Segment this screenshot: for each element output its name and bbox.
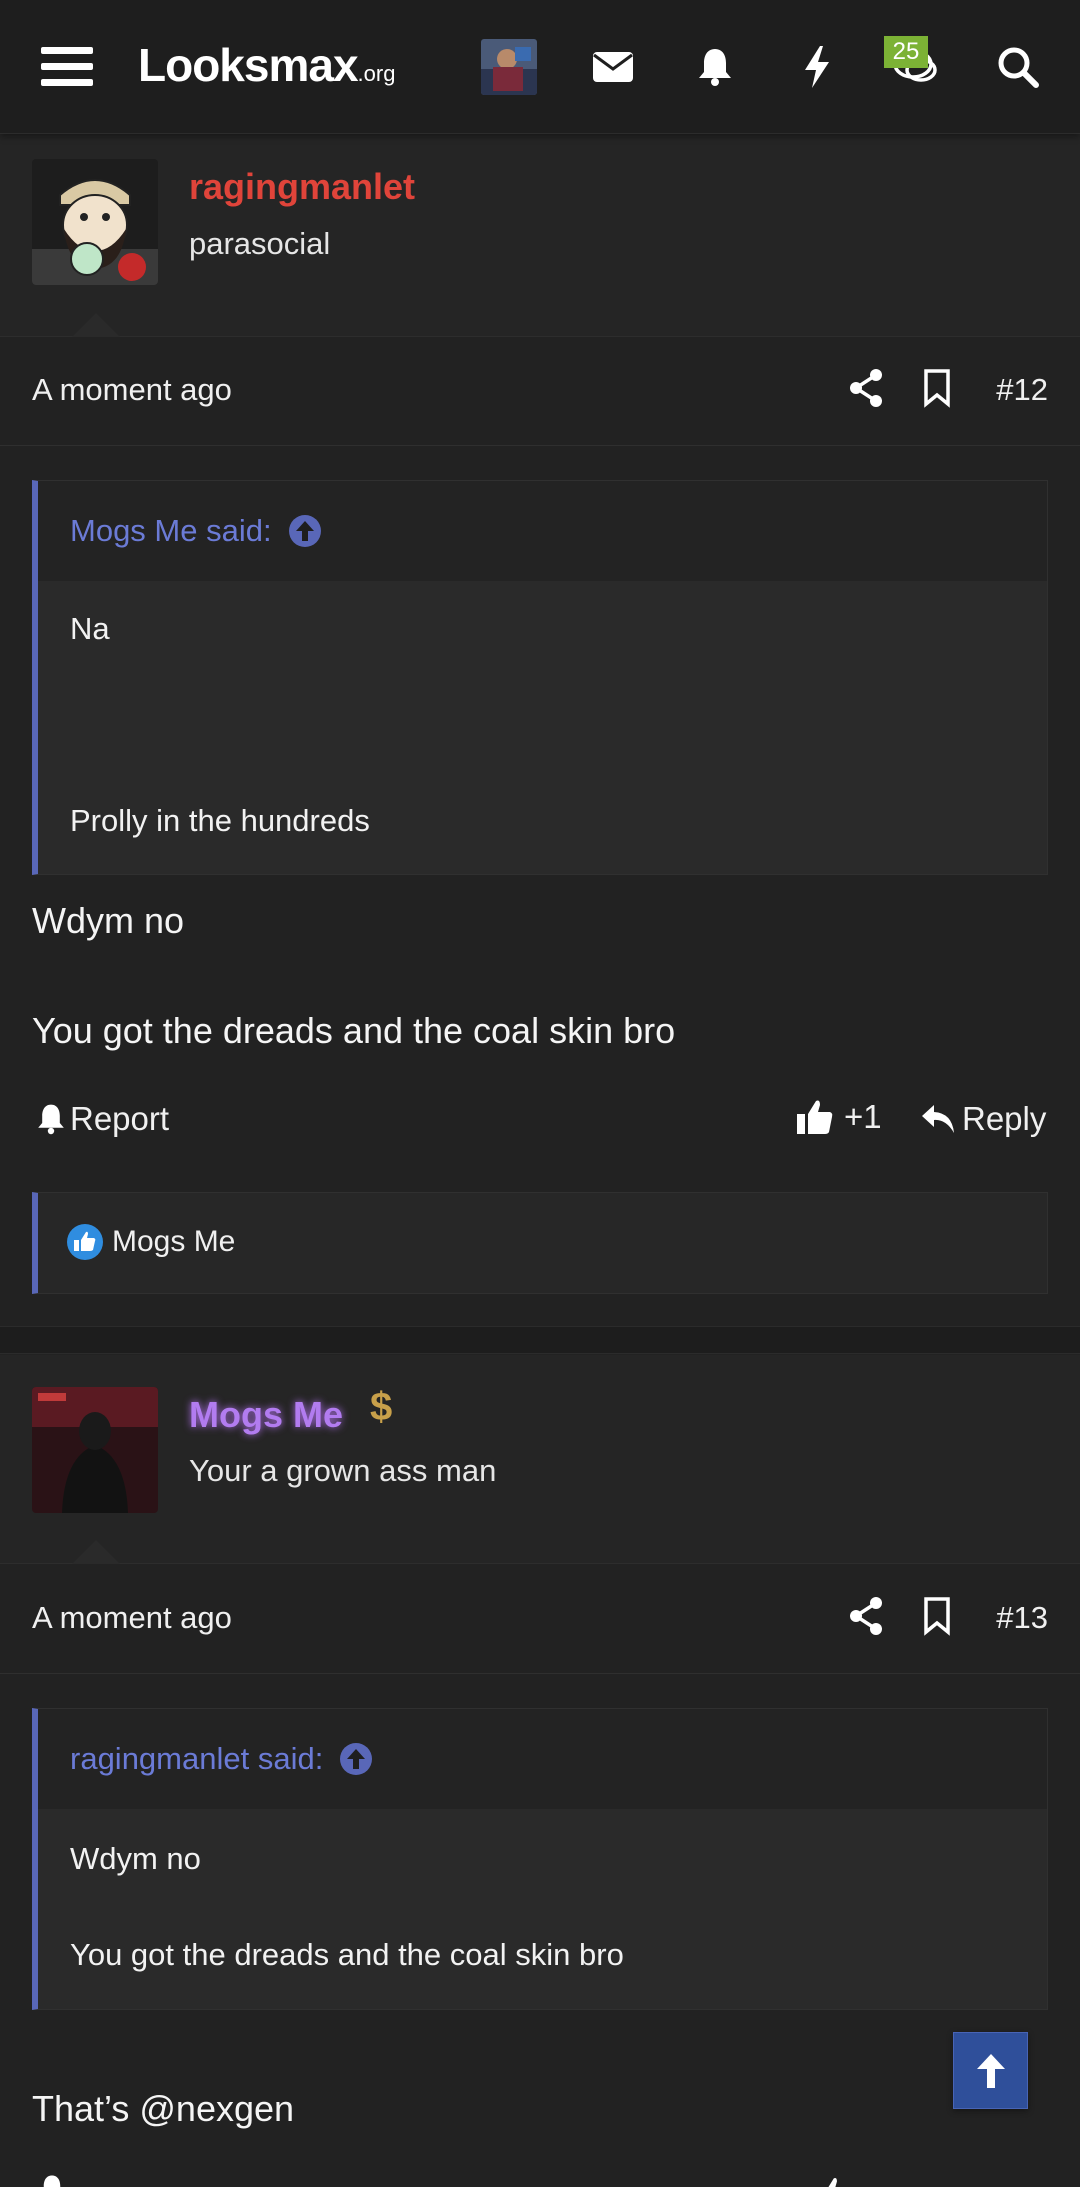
quote-body: Na Prolly in the hundreds xyxy=(38,581,1047,874)
user-title: parasocial xyxy=(189,226,331,261)
quote-block: ragingmanlet said: Wdym no You got the d… xyxy=(32,1708,1048,2010)
post-username[interactable]: ragingmanlet xyxy=(189,166,415,208)
post-meta-row: A moment ago #12 xyxy=(0,338,1080,446)
thumbs-up-icon[interactable] xyxy=(818,2176,848,2187)
post-time[interactable]: A moment ago xyxy=(32,372,232,408)
thumbs-up-icon xyxy=(797,1100,833,1134)
mail-icon[interactable] xyxy=(580,34,646,100)
reply-button[interactable]: Reply xyxy=(920,1100,1046,1138)
bolt-icon[interactable] xyxy=(784,34,850,100)
quote-attribution[interactable]: ragingmanlet said: xyxy=(70,1741,373,1777)
user-title: Your a grown ass man xyxy=(189,1453,497,1488)
caret-pointer xyxy=(72,1540,120,1564)
like-count: +1 xyxy=(844,1098,882,1135)
report-label: Report xyxy=(70,1100,170,1137)
quote-line: Na xyxy=(70,611,110,646)
logo-text: Loοksmax xyxy=(138,39,359,91)
quote-body: Wdym no You got the dreads and the coal … xyxy=(38,1809,1047,2009)
like-button[interactable]: +1 xyxy=(796,1098,882,1136)
quote-header: Mogs Me said: xyxy=(38,481,1047,581)
reply-label: Reply xyxy=(962,1100,1047,1137)
avatar[interactable] xyxy=(32,159,158,285)
post-meta-row: A moment ago #13 xyxy=(0,1566,1080,1674)
post-separator xyxy=(0,1326,1080,1354)
arrow-up-icon xyxy=(976,2053,1005,2088)
quote-attribution[interactable]: Mogs Me said: xyxy=(70,513,322,549)
message-line: You got the dreads and the coal skin bro xyxy=(32,1010,676,1051)
quote-line: Prolly in the hundreds xyxy=(70,803,370,838)
quote-block: Mogs Me said: Na Prolly in the hundreds xyxy=(32,480,1048,875)
post-number[interactable]: #13 xyxy=(996,1600,1048,1636)
like-reaction-icon xyxy=(67,1224,103,1260)
top-navigation-bar: Loοksmax.org 25 xyxy=(0,0,1080,134)
bookmark-icon[interactable] xyxy=(922,368,952,408)
share-icon[interactable] xyxy=(848,1596,884,1636)
quote-header: ragingmanlet said: xyxy=(38,1709,1047,1809)
bell-icon xyxy=(38,1104,64,1135)
avatar[interactable] xyxy=(481,39,537,95)
reactions-bar[interactable]: Mogs Me xyxy=(32,1192,1048,1294)
caret-pointer xyxy=(72,313,120,337)
post-actions: Report +1 Reply xyxy=(0,1090,1080,1160)
share-icon[interactable] xyxy=(848,368,884,408)
quote-line: You got the dreads and the coal skin bro xyxy=(70,1937,624,1972)
avatar[interactable] xyxy=(32,1387,158,1513)
post-number[interactable]: #12 xyxy=(996,372,1048,408)
scroll-to-top-button[interactable] xyxy=(953,2032,1028,2109)
menu-icon[interactable] xyxy=(34,34,100,100)
quote-line: Wdym no xyxy=(70,1841,201,1876)
message-line: Wdym no xyxy=(32,900,185,941)
dollar-icon: $ xyxy=(370,1385,393,1429)
conversations-badge: 25 xyxy=(884,36,928,68)
report-button[interactable]: Report xyxy=(36,1100,169,1138)
reply-icon xyxy=(922,1105,954,1133)
bookmark-icon[interactable] xyxy=(922,1596,952,1636)
post-username[interactable]: Mogs Me xyxy=(189,1394,343,1436)
jump-up-icon[interactable] xyxy=(288,514,322,548)
logo-suffix: .org xyxy=(357,61,396,86)
post-user-header: Mogs Me $ Your a grown ass man xyxy=(0,1355,1080,1564)
message-line: That’s @nexgen xyxy=(32,2088,295,2129)
jump-up-icon[interactable] xyxy=(339,1742,373,1776)
reaction-users[interactable]: Mogs Me xyxy=(112,1225,235,1259)
search-icon[interactable] xyxy=(985,34,1051,100)
post-user-header: ragingmanlet parasocial xyxy=(0,134,1080,337)
site-logo[interactable]: Loοksmax.org xyxy=(138,38,395,92)
quote-author-label: ragingmanlet said: xyxy=(70,1741,324,1776)
quote-author-label: Mogs Me said: xyxy=(70,513,272,548)
post-time[interactable]: A moment ago xyxy=(32,1600,232,1636)
bell-icon[interactable] xyxy=(682,34,748,100)
bell-icon[interactable] xyxy=(38,2174,66,2187)
